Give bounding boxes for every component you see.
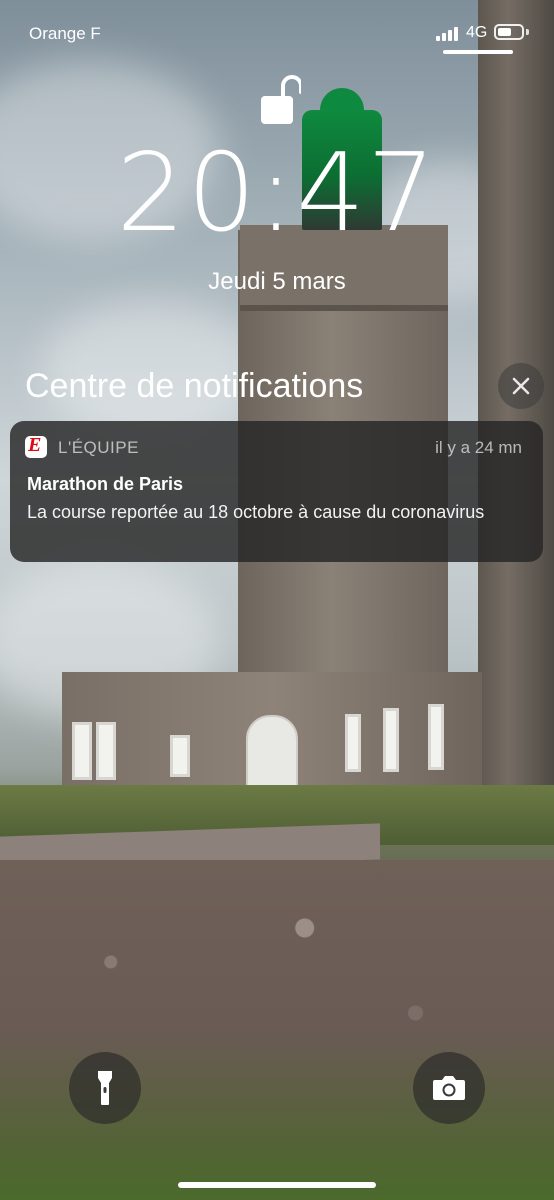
flashlight-icon: [98, 1071, 112, 1105]
unlocked-padlock-icon: [261, 74, 303, 126]
network-type: 4G: [466, 24, 488, 41]
home-indicator[interactable]: [178, 1182, 376, 1188]
status-bar: Orange F 4G: [0, 0, 554, 66]
lock-date: Jeudi 5 mars: [208, 268, 346, 295]
notification-center-title: Centre de notifications: [25, 367, 364, 405]
battery-icon: [494, 24, 524, 40]
notification-card[interactable]: E L'ÉQUIPE il y a 24 mn Marathon de Pari…: [10, 421, 543, 562]
signal-icon: [436, 25, 460, 41]
clear-notifications-button[interactable]: [498, 363, 544, 409]
close-icon: [512, 377, 530, 395]
notification-title: Marathon de Paris: [27, 474, 184, 494]
camera-icon: [433, 1076, 465, 1100]
control-center-indicator[interactable]: [443, 50, 513, 54]
lequipe-app-icon: E: [25, 436, 47, 458]
notification-body: La course reportée au 18 octobre à cause…: [27, 502, 485, 522]
camera-button[interactable]: [413, 1052, 485, 1124]
lock-time: 20:47: [116, 131, 438, 256]
flashlight-button[interactable]: [69, 1052, 141, 1124]
notification-app-name: L'ÉQUIPE: [58, 438, 139, 457]
carrier-name: Orange F: [29, 24, 101, 43]
notification-time: il y a 24 mn: [435, 438, 522, 457]
